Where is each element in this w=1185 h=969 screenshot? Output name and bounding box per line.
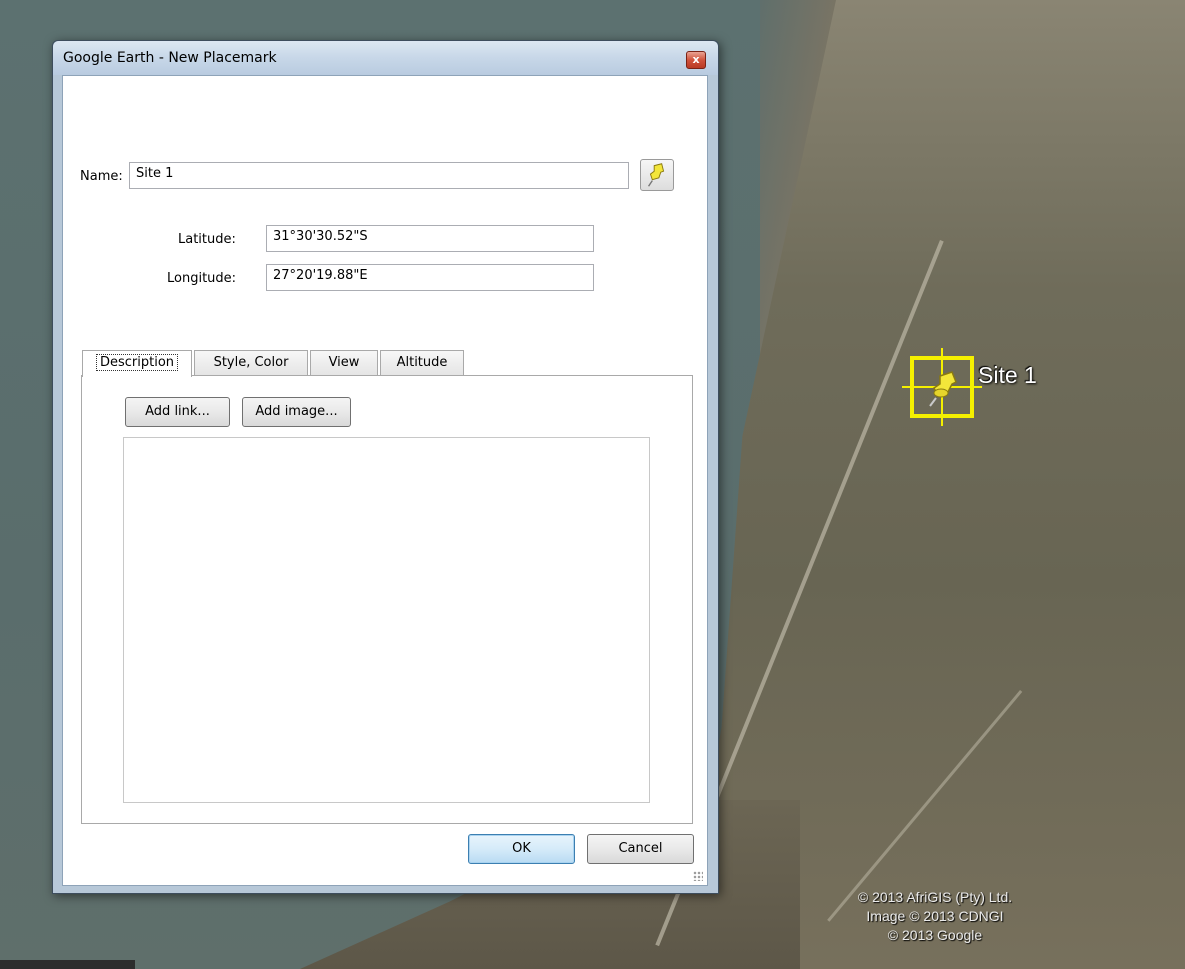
- latitude-field[interactable]: 31°30'30.52"S: [266, 225, 594, 252]
- longitude-label: Longitude:: [167, 271, 237, 286]
- tab-style-color[interactable]: Style, Color: [194, 350, 308, 376]
- tab-label: View: [328, 355, 360, 370]
- dialog-title: Google Earth - New Placemark: [63, 50, 277, 66]
- tab-description[interactable]: Description: [82, 350, 192, 377]
- tab-label: Style, Color: [213, 355, 289, 370]
- longitude-field[interactable]: 27°20'19.88"E: [266, 264, 594, 291]
- attribution-line: © 2013 Google: [887, 927, 983, 943]
- placemark-label[interactable]: Site 1: [978, 362, 1037, 389]
- tab-label: Altitude: [396, 355, 448, 370]
- placemark-target[interactable]: [902, 348, 982, 426]
- pushpin-icon[interactable]: [926, 368, 962, 408]
- tab-view[interactable]: View: [310, 350, 378, 376]
- taskbar-edge: [0, 960, 135, 969]
- pushpin-icon: [647, 163, 665, 187]
- name-label: Name:: [80, 169, 123, 184]
- attribution-line: © 2013 AfriGIS (Pty) Ltd.: [857, 889, 1013, 905]
- new-placemark-dialog: Google Earth - New Placemark x Name: Sit…: [52, 40, 719, 894]
- map-attribution: © 2013 AfriGIS (Pty) Ltd. Image © 2013 C…: [800, 888, 1070, 945]
- add-link-button[interactable]: Add link...: [125, 397, 230, 427]
- description-textarea[interactable]: [123, 437, 650, 803]
- add-image-button[interactable]: Add image...: [242, 397, 351, 427]
- description-panel: Add link... Add image...: [81, 375, 693, 824]
- close-icon: x: [692, 53, 700, 66]
- cancel-button[interactable]: Cancel: [587, 834, 694, 864]
- dialog-titlebar[interactable]: Google Earth - New Placemark x: [53, 41, 718, 75]
- ok-button[interactable]: OK: [468, 834, 575, 864]
- tab-altitude[interactable]: Altitude: [380, 350, 464, 376]
- placemark-icon-button[interactable]: [640, 159, 674, 191]
- resize-grip-icon[interactable]: [693, 871, 703, 881]
- dialog-client-area: Name: Site 1 Latitude: 31°30'30.52"S Lon…: [62, 75, 708, 886]
- tab-label: Description: [95, 354, 179, 371]
- attribution-line: Image © 2013 CDNGI: [866, 908, 1004, 924]
- latitude-label: Latitude:: [178, 232, 236, 247]
- close-button[interactable]: x: [686, 51, 706, 69]
- name-field[interactable]: Site 1: [129, 162, 629, 189]
